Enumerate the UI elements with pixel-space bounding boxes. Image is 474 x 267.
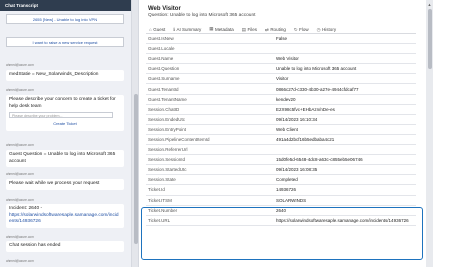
chat-transcript-header: Chat Transcript [0,0,131,11]
detail-scrollbar[interactable]: ▲ [426,0,433,267]
field-key: Ticket.Id [148,187,165,193]
message-meta: ahmed@azure.com [6,88,34,92]
field-value: 15d0fe5d-6548-4dc8-a63c-c855eb5e06746 [276,157,363,163]
field-key: Session.PipelineContentItemId [148,136,210,142]
table-row: Session.PipelineContentItemId 491a4d2bcf1… [146,135,416,146]
chat-scrollbar[interactable] [132,0,139,267]
table-row-ticket-id: Ticket.Id 14936726 [146,185,416,196]
tab-label: Files [247,27,258,32]
table-row: Guest.IsNew False [146,34,416,45]
message-meta: ahmed@azure.com [6,172,34,176]
table-row: Guest.Question Unable to log into Microso… [146,64,416,75]
tab-label: Routing [270,27,286,32]
chat-message-text: Please describe your concern to create a… [9,97,116,109]
table-row: Guest.TenantId 0866c27d-c330-4b30-a27e-49… [146,84,416,95]
message-meta: ahmed@azure.com [6,63,34,67]
metadata-icon: ▦ [209,26,214,31]
table-row: Session.State Completed [146,175,416,186]
field-key: Guest.Locale [148,46,175,52]
chat-transcript-panel: Chat Transcript 2655 [New] - Unable to l… [0,0,132,267]
field-value: 14936726 [276,187,297,193]
field-key: Session.StartedUtc [148,167,187,173]
field-key: Session.SessionId [148,157,186,163]
field-key: Session.ReferrerUrl [148,147,188,153]
record-subtitle: Question: Unable to log into Microsoft 3… [148,13,256,18]
field-key: Guest.Question [148,66,180,72]
tab-label: Metadata [214,26,234,32]
table-row: Guest.Surname Visitor [146,74,416,85]
tab-label: History [322,27,337,32]
chat-transcript-title: Chat Transcript [5,3,39,8]
tab-label: Guest [153,27,166,32]
detail-scrollbar-thumb[interactable] [427,9,432,69]
chat-message-incident: Incident: 2640 - https://solarwindsoftwa… [6,204,124,228]
chat-message-create-ticket: Please describe your concern to create a… [6,95,124,131]
field-value: False [276,36,288,42]
field-value: Visitor [276,76,289,82]
tab-label: Flow [299,27,309,32]
table-row: Session.SessionId 15d0fe5d-6548-4dc8-a63c… [146,155,416,166]
field-value: 09/14/2023 16:10:34 [276,116,318,122]
flow-icon: ↻ [293,26,298,32]
routing-icon: ⇄ [265,26,269,32]
field-value: Unable to log into Microsoft 365 account [276,66,357,72]
record-title: Web Visitor [148,6,181,12]
chat-message: Please wait while we process your reques… [6,179,124,190]
field-key: Session.ChatID [148,106,180,112]
metadata-table: Guest.IsNew False Guest.Locale Guest.Name… [146,34,416,226]
field-key: Session.EndedUtc [148,116,186,122]
table-row: Session.EndedUtc 09/14/2023 16:10:34 [146,115,416,125]
message-meta: ahmed@azure.com [6,235,34,239]
ticket-fields-highlight [141,207,423,260]
suggestion-button-vpn[interactable]: 2655 [New] - Unable to log into VPN [6,14,124,24]
chat-message: Chat session has ended [6,241,124,252]
field-key: Guest.IsNew [148,36,174,42]
files-icon: ▤ [241,26,247,32]
field-key: Session.State [148,177,176,183]
table-row: Session.ReferrerUrl [146,145,416,156]
table-row: Session.ChatID E2X98c5fvc+EHbAzn/nDe-es [146,105,416,115]
message-meta: ahmed@azure.com [6,143,34,147]
suggestion-button-new-request[interactable]: I want to raise a new service request [6,37,124,47]
field-value: Web Client [276,126,298,132]
incident-link[interactable]: https://solarwindsoftwaresaple.samanage.… [9,213,121,226]
table-row: Guest.Name Web Visitor [146,54,416,65]
guest-icon: ⌂ [149,27,152,32]
field-key: Guest.TenantId [148,86,179,92]
field-value: Web Visitor [276,56,299,62]
message-meta: ahmed@azure.com [6,259,34,263]
tab-label: AI Summary [176,27,202,32]
field-key: Guest.TenantName [148,96,187,102]
scroll-up-arrow-icon[interactable]: ▲ [428,2,432,7]
create-ticket-button[interactable]: Create Ticket [45,121,85,128]
chat-message: Guest Question = Unable to log into Micr… [6,150,124,167]
message-meta: ahmed@azure.com [6,198,34,202]
field-key: Session.EntryPoint [148,126,187,132]
table-row: Session.StartedUtc 09/14/2023 16:08:35 [146,165,416,176]
field-value: E2X98c5fvc+EHbAzn/nDe-es [276,106,335,112]
table-row: Guest.TenantName kendev20 [146,95,416,105]
table-row: Session.EntryPoint Web Client [146,125,416,135]
chat-message: medStatie = New_Solarwinds_Description [6,70,124,81]
table-row: Guest.Locale [146,44,416,55]
field-value: 09/14/2023 16:08:35 [276,167,318,173]
table-row-ticket-itsm: Ticket.ITSM SOLARWINDS [146,196,416,206]
field-key: Guest.Surname [148,76,180,82]
field-value: 0866c27d-c330-4b30-a27e-4944cfdcaf77 [276,86,359,92]
field-value: Completed [276,177,298,183]
chat-scrollbar-thumb[interactable] [133,94,138,244]
field-value: SOLARWINDS [276,197,307,203]
field-key: Ticket.ITSM [148,197,172,203]
history-icon: ◷ [316,26,321,32]
field-key: Guest.Name [148,56,174,62]
problem-description-input[interactable]: Please describe your problem... [9,112,113,118]
ai-summary-icon: ℹ [173,26,175,32]
field-value: 491a4d2bcf16b5edbaba4c21 [276,136,335,142]
field-value: kendev20 [276,96,296,102]
